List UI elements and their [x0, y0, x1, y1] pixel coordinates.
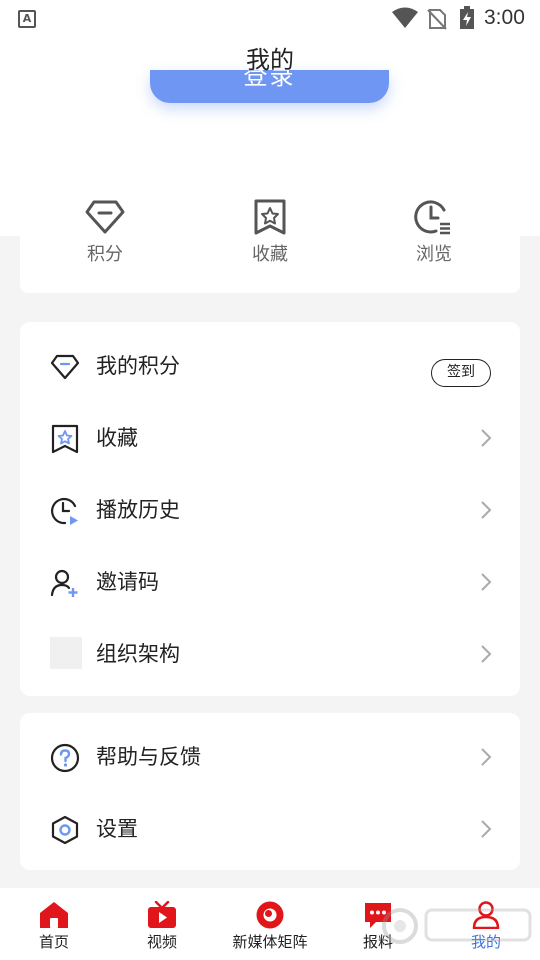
no-sim-icon — [427, 9, 447, 30]
watermark-logo — [382, 908, 532, 944]
diamond-icon — [50, 354, 80, 380]
nav-media-matrix[interactable]: 新媒体矩阵 — [225, 888, 315, 960]
menu-item-invite-code[interactable]: 邀请码 — [20, 546, 520, 618]
nav-label: 首页 — [38, 933, 69, 951]
menu-item-label: 收藏 — [96, 426, 138, 450]
status-bar: A 3:00 — [0, 0, 540, 36]
status-time: 3:00 — [484, 6, 525, 29]
quick-stat-label: 积分 — [87, 244, 123, 265]
chevron-right-icon — [481, 645, 492, 663]
user-add-icon — [50, 569, 78, 597]
diamond-icon — [85, 200, 125, 234]
chevron-right-icon — [481, 748, 492, 766]
menu-item-label: 帮助与反馈 — [96, 745, 201, 769]
accessibility-icon: A — [18, 10, 36, 28]
main-menu-card: 我的积分 签到 收藏 播放历史 邀请码 组织架构 — [20, 322, 520, 696]
bookmark-star-icon — [254, 199, 286, 235]
quick-stat-favorites[interactable]: 收藏 — [220, 198, 320, 266]
nav-label: 视频 — [146, 933, 177, 951]
battery-charging-icon — [460, 6, 474, 29]
chevron-right-icon — [481, 429, 492, 447]
sign-in-button[interactable]: 签到 — [431, 359, 491, 387]
nav-home[interactable]: 首页 — [14, 888, 94, 960]
nav-label: 新媒体矩阵 — [232, 933, 308, 951]
quick-stat-label: 收藏 — [252, 244, 288, 265]
menu-item-favorites[interactable]: 收藏 — [20, 402, 520, 474]
chevron-right-icon — [481, 820, 492, 838]
chevron-right-icon — [481, 573, 492, 591]
menu-item-organization[interactable]: 组织架构 — [20, 618, 520, 690]
hexagon-gear-icon — [51, 815, 79, 845]
home-icon — [40, 902, 68, 928]
menu-item-help-feedback[interactable]: 帮助与反馈 — [20, 721, 520, 793]
menu-item-label: 组织架构 — [96, 642, 180, 666]
bookmark-star-icon — [51, 424, 79, 454]
wifi-icon — [392, 7, 418, 28]
tv-icon — [148, 901, 176, 928]
eye-circle-icon — [256, 901, 284, 929]
menu-item-label: 设置 — [96, 817, 138, 841]
quick-stat-history[interactable]: 浏览 — [384, 198, 484, 266]
clock-list-icon — [414, 200, 450, 235]
menu-item-my-points[interactable]: 我的积分 签到 — [20, 330, 520, 402]
secondary-menu-card: 帮助与反馈 设置 — [20, 713, 520, 870]
nav-video[interactable]: 视频 — [122, 888, 202, 960]
menu-item-label: 邀请码 — [96, 570, 159, 594]
page-title: 我的 — [246, 46, 294, 74]
question-icon — [50, 743, 80, 773]
quick-stat-points[interactable]: 积分 — [55, 198, 155, 266]
quick-stat-label: 浏览 — [416, 244, 452, 265]
menu-item-label: 播放历史 — [96, 498, 180, 522]
chevron-right-icon — [481, 501, 492, 519]
menu-item-settings[interactable]: 设置 — [20, 793, 520, 865]
clock-play-icon — [51, 497, 78, 525]
quick-stats-card: 积分 收藏 浏览 — [20, 190, 520, 293]
organization-image-placeholder — [50, 637, 82, 669]
menu-item-label: 我的积分 — [96, 354, 180, 378]
menu-item-play-history[interactable]: 播放历史 — [20, 474, 520, 546]
